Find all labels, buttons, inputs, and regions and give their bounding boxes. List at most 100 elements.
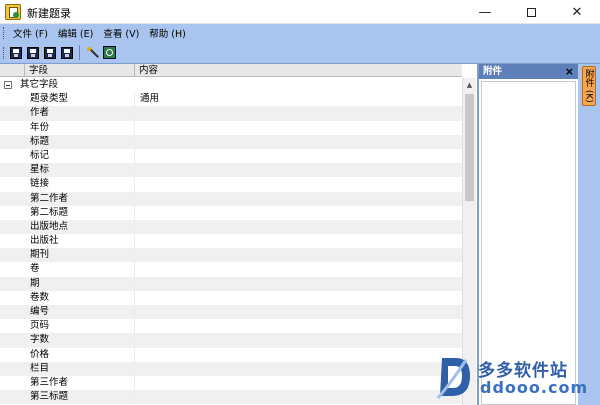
column-divider (134, 319, 135, 334)
column-header-content[interactable]: 内容 (134, 64, 462, 77)
table-row[interactable]: 题录类型 通用 (0, 92, 462, 107)
table-row[interactable]: 第二标题 (0, 205, 462, 220)
column-divider (134, 234, 135, 249)
table-row[interactable]: 星标 (0, 163, 462, 178)
wand-icon (86, 46, 99, 59)
column-divider (134, 134, 135, 149)
attachment-panel-title: 附件 (483, 66, 503, 77)
field-name-cell: 第三标题 (30, 391, 69, 403)
wand-button[interactable] (85, 45, 100, 60)
collapse-icon[interactable] (4, 81, 12, 89)
table-row[interactable]: 年份 (0, 120, 462, 135)
table-row[interactable]: 卷 (0, 262, 462, 277)
field-name-cell: 第二作者 (30, 192, 69, 204)
toolbar-separator (79, 45, 80, 60)
maximize-button[interactable] (508, 0, 554, 24)
table-row[interactable]: 出版社 (0, 234, 462, 249)
field-grid: 字段 内容 其它字段 题录类型 通用作者年份标题标记星标链接第二作者第二标题出版地… (0, 64, 476, 405)
attachment-close-button[interactable]: × (565, 64, 574, 79)
menu-help[interactable]: 帮助 (H) (149, 26, 186, 40)
minimize-button[interactable]: — (462, 0, 508, 24)
column-divider (134, 120, 135, 135)
column-divider (134, 205, 135, 220)
table-row[interactable]: 价格 (0, 347, 462, 362)
maximize-icon (526, 7, 536, 17)
table-row[interactable]: 出版地点 (0, 219, 462, 235)
column-divider (134, 92, 135, 107)
field-name-cell: 期 (30, 277, 40, 289)
field-name-cell: 页码 (30, 320, 50, 332)
close-button[interactable]: ✕ (554, 0, 600, 24)
attachment-list[interactable] (481, 81, 576, 405)
table-row[interactable]: 期 (0, 276, 462, 291)
field-name-cell: 出版地点 (30, 220, 69, 232)
scroll-thumb[interactable] (465, 94, 474, 201)
vertical-scrollbar[interactable]: ▲ (462, 78, 476, 405)
toolbar-grip-icon[interactable] (3, 46, 6, 59)
window-title: 新建题录 (27, 7, 71, 20)
column-divider (134, 390, 135, 405)
table-row[interactable]: 编号 (0, 305, 462, 320)
menu-bar: 文件 (F) 编辑 (E) 查看 (V) 帮助 (H) (0, 24, 600, 42)
attachment-panel-header: 附件 × (479, 64, 578, 79)
field-name-cell: 第二标题 (30, 206, 69, 218)
column-divider (134, 333, 135, 348)
group-label: 其它字段 (20, 79, 59, 90)
menu-edit[interactable]: 编辑 (E) (58, 26, 93, 40)
field-name-cell: 第三作者 (30, 376, 69, 388)
field-name-cell: 标记 (30, 149, 50, 161)
column-divider (134, 177, 135, 192)
table-row[interactable]: 卷数 (0, 290, 462, 305)
table-row[interactable]: 标记 (0, 148, 462, 164)
field-name-cell: 编号 (30, 306, 50, 317)
column-divider (134, 290, 135, 305)
copy-button[interactable] (42, 45, 57, 60)
table-row[interactable]: 标题 (0, 134, 462, 149)
app-icon (5, 4, 21, 20)
save-as-icon (26, 46, 39, 59)
field-name-cell: 价格 (30, 348, 50, 360)
field-name-cell: 期刊 (30, 249, 50, 261)
field-name-cell: 作者 (30, 107, 50, 119)
column-divider (134, 347, 135, 362)
field-value-cell[interactable]: 通用 (140, 92, 159, 106)
scroll-up-icon[interactable]: ▲ (463, 78, 476, 91)
title-bar: 新建题录 — ✕ (0, 0, 600, 24)
table-row[interactable]: 第二作者 (0, 191, 462, 206)
table-row[interactable]: 链接 (0, 177, 462, 192)
table-row[interactable]: 页码 (0, 319, 462, 334)
save-as-button[interactable] (25, 45, 40, 60)
column-divider (134, 248, 135, 263)
save-close-icon (60, 46, 73, 59)
table-row[interactable]: 栏目 (0, 361, 462, 376)
table-row[interactable]: 字数 (0, 333, 462, 348)
field-name-cell: 星标 (30, 164, 50, 176)
menu-grip-icon[interactable] (3, 27, 6, 39)
group-row[interactable]: 其它字段 (0, 78, 462, 92)
field-name-cell: 题录类型 (30, 93, 69, 105)
menu-view[interactable]: 查看 (V) (103, 26, 139, 40)
find-button[interactable] (102, 45, 117, 60)
grid-rows: 其它字段 题录类型 通用作者年份标题标记星标链接第二作者第二标题出版地点出版社 期刊… (0, 78, 462, 405)
table-row[interactable]: 第三标题 (0, 390, 462, 405)
save-close-button[interactable] (59, 45, 74, 60)
field-name-cell: 栏目 (30, 362, 50, 374)
column-divider (134, 262, 135, 277)
field-name-cell: 卷数 (30, 291, 50, 303)
save-button[interactable] (8, 45, 23, 60)
copy-icon (43, 46, 56, 59)
attachment-dock-tab[interactable]: 附件 (K) (582, 66, 596, 106)
table-row[interactable]: 第三作者 (0, 375, 462, 391)
field-name-cell: 链接 (30, 178, 50, 190)
column-divider (134, 361, 135, 376)
menu-file[interactable]: 文件 (F) (13, 26, 48, 40)
column-divider (134, 219, 135, 235)
field-name-cell: 年份 (30, 121, 50, 133)
table-row[interactable]: 期刊 (0, 248, 462, 263)
toolbar (0, 42, 600, 64)
attachment-panel: 附件 × (477, 64, 578, 405)
side-dock: 附件 (K) (578, 64, 600, 405)
column-header-field[interactable]: 字段 (24, 64, 134, 77)
table-row[interactable]: 作者 (0, 106, 462, 121)
field-name-cell: 标题 (30, 135, 50, 147)
